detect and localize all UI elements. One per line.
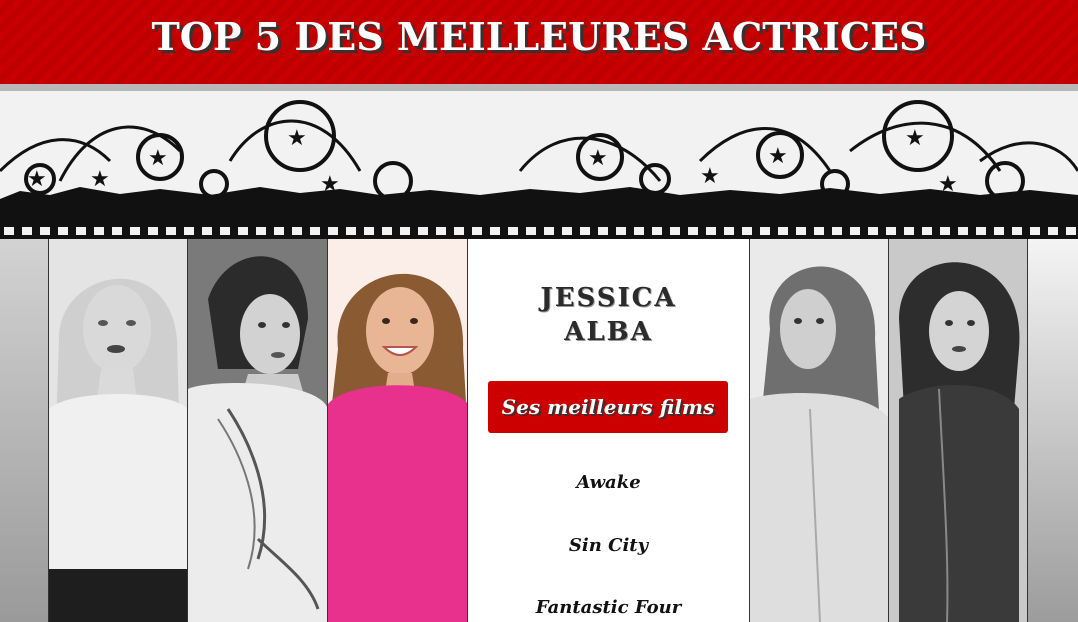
- decorative-banner: ★ ★ ★ ★ ★ ★ ★ ★ ★ ★: [0, 91, 1078, 239]
- svg-text:★: ★: [905, 126, 925, 151]
- actress-photo-2[interactable]: [187, 239, 328, 622]
- film-item[interactable]: Fantastic Four: [468, 597, 749, 618]
- film-item[interactable]: Awake: [468, 472, 749, 493]
- gallery-right-edge: [1027, 239, 1078, 622]
- actress-last-name: ALBA: [564, 317, 653, 347]
- best-films-button[interactable]: Ses meilleurs films: [488, 381, 728, 433]
- actress-photo-1[interactable]: [48, 239, 188, 622]
- actress-photo-5[interactable]: [888, 239, 1028, 622]
- actress-name: JESSICA ALBA: [468, 281, 749, 349]
- page-title: TOP 5 DES MEILLEURES ACTRICES: [151, 14, 927, 59]
- film-item[interactable]: Sin City: [468, 535, 749, 556]
- featured-actress-panel: JESSICA ALBA Ses meilleurs films Awake S…: [467, 239, 750, 622]
- svg-text:★: ★: [287, 126, 307, 151]
- svg-text:★: ★: [90, 167, 110, 192]
- actress-photo-3[interactable]: [327, 239, 468, 622]
- actress-first-name: JESSICA: [540, 283, 677, 313]
- actress-photo-4[interactable]: [749, 239, 889, 622]
- film-star-ornament: ★★ ★★ ★★ ★★ ★★: [0, 100, 1078, 239]
- svg-text:★: ★: [768, 144, 788, 169]
- svg-text:★: ★: [588, 146, 608, 171]
- svg-text:★: ★: [148, 146, 168, 171]
- svg-text:★: ★: [27, 167, 47, 192]
- svg-text:★: ★: [700, 164, 720, 189]
- page-header: TOP 5 DES MEILLEURES ACTRICES: [0, 0, 1078, 91]
